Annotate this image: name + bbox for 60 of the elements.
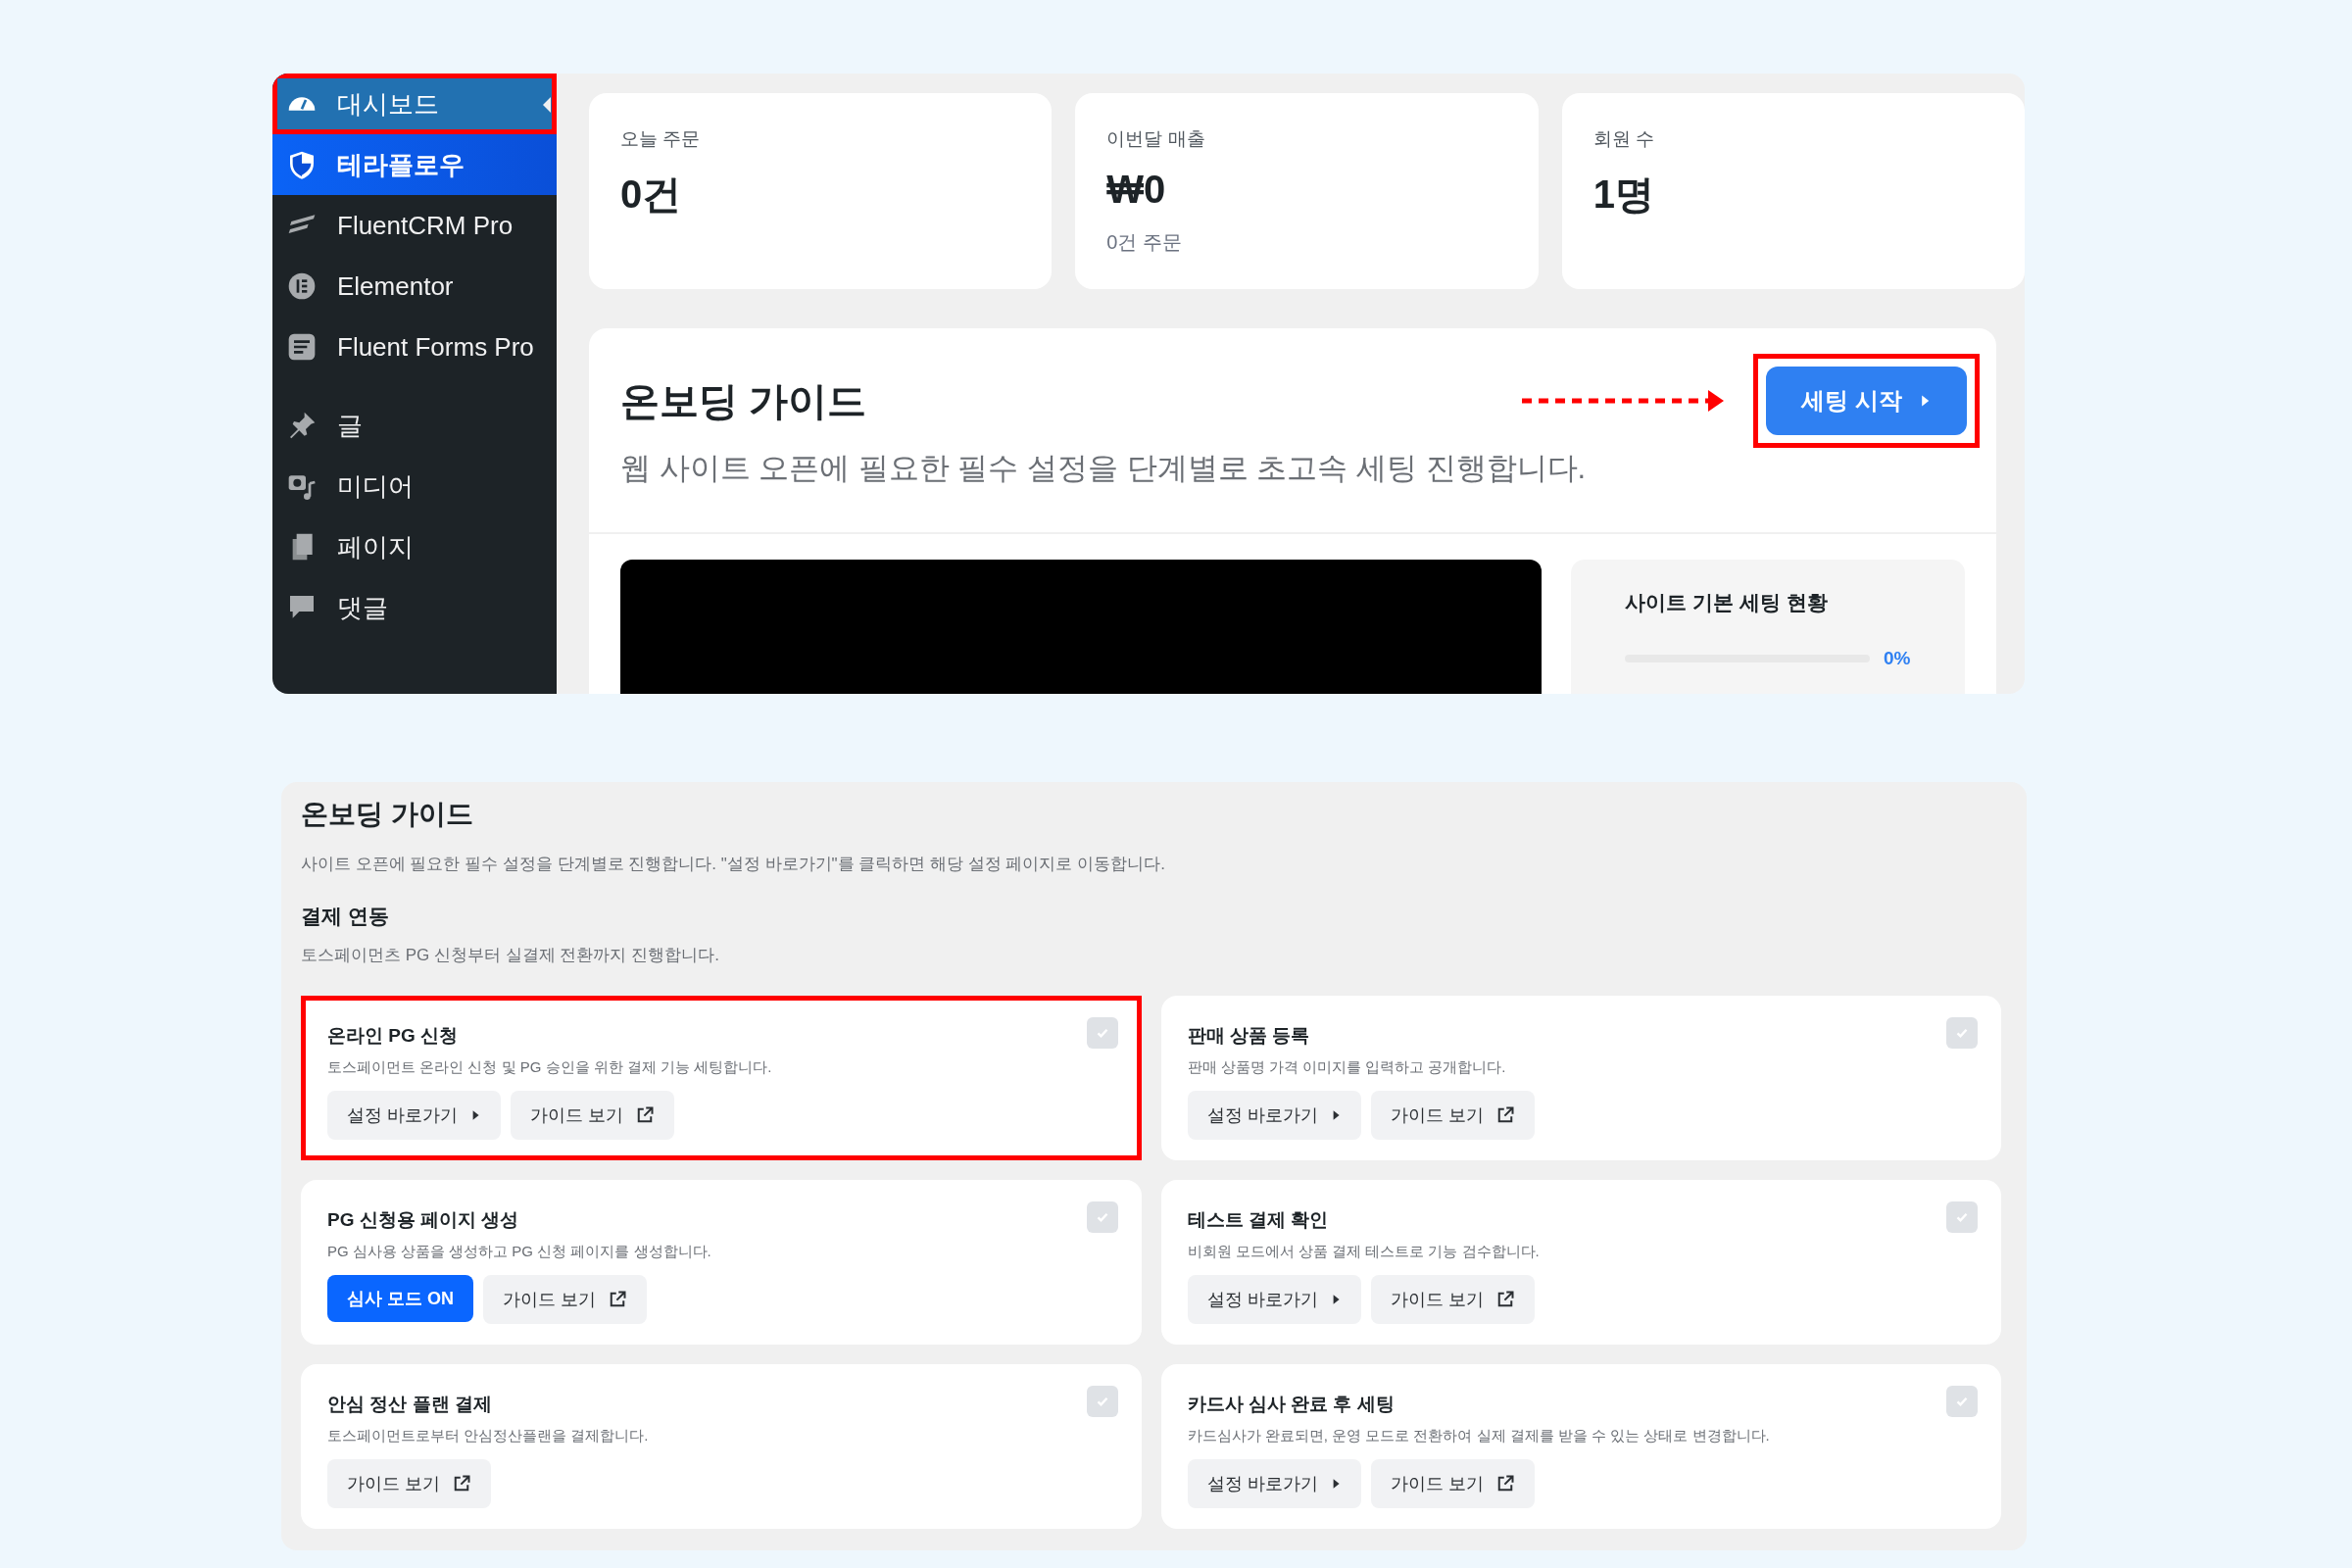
sidebar-item[interactable]: 글 <box>272 395 557 456</box>
guide-link-button[interactable]: 가이드 보기 <box>1370 1275 1535 1324</box>
sidebar-item[interactable]: Elementor <box>272 256 557 317</box>
external-link-icon <box>452 1474 471 1494</box>
onboarding-title: 온보딩 가이드 <box>620 377 868 424</box>
sidebar-item[interactable]: 댓글 <box>272 577 557 638</box>
sidebar-item[interactable]: 대시보드 <box>272 74 557 134</box>
stat-value: 1명 <box>1592 172 1654 218</box>
external-link-icon <box>635 1105 656 1125</box>
elementor-icon <box>286 270 318 302</box>
stat-value: 0건 <box>620 172 682 218</box>
step-checkbox[interactable] <box>1086 1386 1118 1417</box>
step-description: 토스페이먼트로부터 안심정산플랜을 결제합니다. <box>327 1427 650 1446</box>
section-title: 결제 연동 <box>301 904 389 929</box>
step-title: 안심 정산 플랜 결제 <box>327 1393 492 1416</box>
sidebar-item[interactable]: 페이지 <box>272 516 557 577</box>
sidebar-item[interactable]: Fluent Forms Pro <box>272 317 557 377</box>
guide-link-button[interactable]: 가이드 보기 <box>327 1459 491 1508</box>
review-mode-button[interactable]: 심사 모드 ON <box>327 1275 473 1322</box>
settings-shortcut-button[interactable]: 설정 바로가기 <box>1187 1091 1361 1140</box>
guide-link-button[interactable]: 가이드 보기 <box>483 1275 648 1324</box>
guide-title: 온보딩 가이드 <box>301 798 473 831</box>
step-checkbox[interactable] <box>1946 1201 1978 1233</box>
settings-shortcut-button[interactable]: 설정 바로가기 <box>1187 1275 1361 1324</box>
sidebar-item[interactable]: FluentCRM Pro <box>272 195 557 256</box>
step-title: 테스트 결제 확인 <box>1187 1208 1329 1232</box>
step-checkbox[interactable] <box>1946 1017 1978 1049</box>
settings-shortcut-button[interactable]: 설정 바로가기 <box>327 1091 501 1140</box>
sidebar-item[interactable]: 테라플로우 <box>272 134 557 195</box>
settings-shortcut-button[interactable]: 설정 바로가기 <box>1187 1459 1361 1508</box>
step-title: PG 신청용 페이지 생성 <box>327 1208 519 1232</box>
step-title: 카드사 심사 완료 후 세팅 <box>1187 1393 1395 1416</box>
stat-label: 회원 수 <box>1592 127 1654 151</box>
step-title: 온라인 PG 신청 <box>327 1024 458 1048</box>
step-checkbox[interactable] <box>1086 1201 1118 1233</box>
progress-reading: 0% <box>1884 648 1911 669</box>
step-description: 판매 상품명 가격 이미지를 입력하고 공개합니다. <box>1187 1058 1507 1077</box>
step-description: PG 심사용 상품을 생성하고 PG 신청 페이지를 생성합니다. <box>327 1243 712 1261</box>
step-checkbox[interactable] <box>1946 1386 1978 1417</box>
sidebar-item[interactable]: 미디어 <box>272 456 557 516</box>
onboarding-subtitle: 웹 사이트 오픈에 필요한 필수 설정을 단계별로 초고속 세팅 진행합니다. <box>620 450 1587 487</box>
stat-label: 오늘 주문 <box>620 127 701 151</box>
external-link-icon <box>608 1290 628 1309</box>
guide-description: 사이트 오픈에 필요한 필수 설정을 단계별로 진행합니다. "설정 바로가기"를 클릭하면 해당 설정 페이지로 이동합니다. <box>301 854 1165 875</box>
guide-link-button[interactable]: 가이드 보기 <box>1370 1091 1535 1140</box>
step-checkbox[interactable] <box>1086 1017 1118 1049</box>
status-title: 사이트 기본 세팅 현황 <box>1625 590 1829 615</box>
step-title: 판매 상품 등록 <box>1187 1024 1310 1048</box>
stat-value: ₩0 <box>1106 168 1166 212</box>
step-description: 토스페이먼트 온라인 신청 및 PG 승인을 위한 결제 기능 세팅합니다. <box>327 1058 773 1077</box>
step-description: 카드심사가 완료되면, 운영 모드로 전환하여 실제 결제를 받을 수 있는 상태로 변경합니다. <box>1187 1427 1771 1446</box>
start-setup-button[interactable]: 세팅 시작 <box>1766 367 1967 435</box>
step-description: 비회원 모드에서 상품 결제 테스트로 기능 검수합니다. <box>1187 1243 1541 1261</box>
section-description: 토스페이먼츠 PG 신청부터 실결제 전환까지 진행합니다. <box>301 945 719 966</box>
stat-label: 이번달 매출 <box>1106 127 1205 151</box>
form-icon <box>286 331 318 363</box>
current-indicator <box>543 97 551 113</box>
stat-note: 0건 주문 <box>1106 230 1182 255</box>
guide-link-button[interactable]: 가이드 보기 <box>511 1091 675 1140</box>
guide-link-button[interactable]: 가이드 보기 <box>1370 1459 1535 1508</box>
